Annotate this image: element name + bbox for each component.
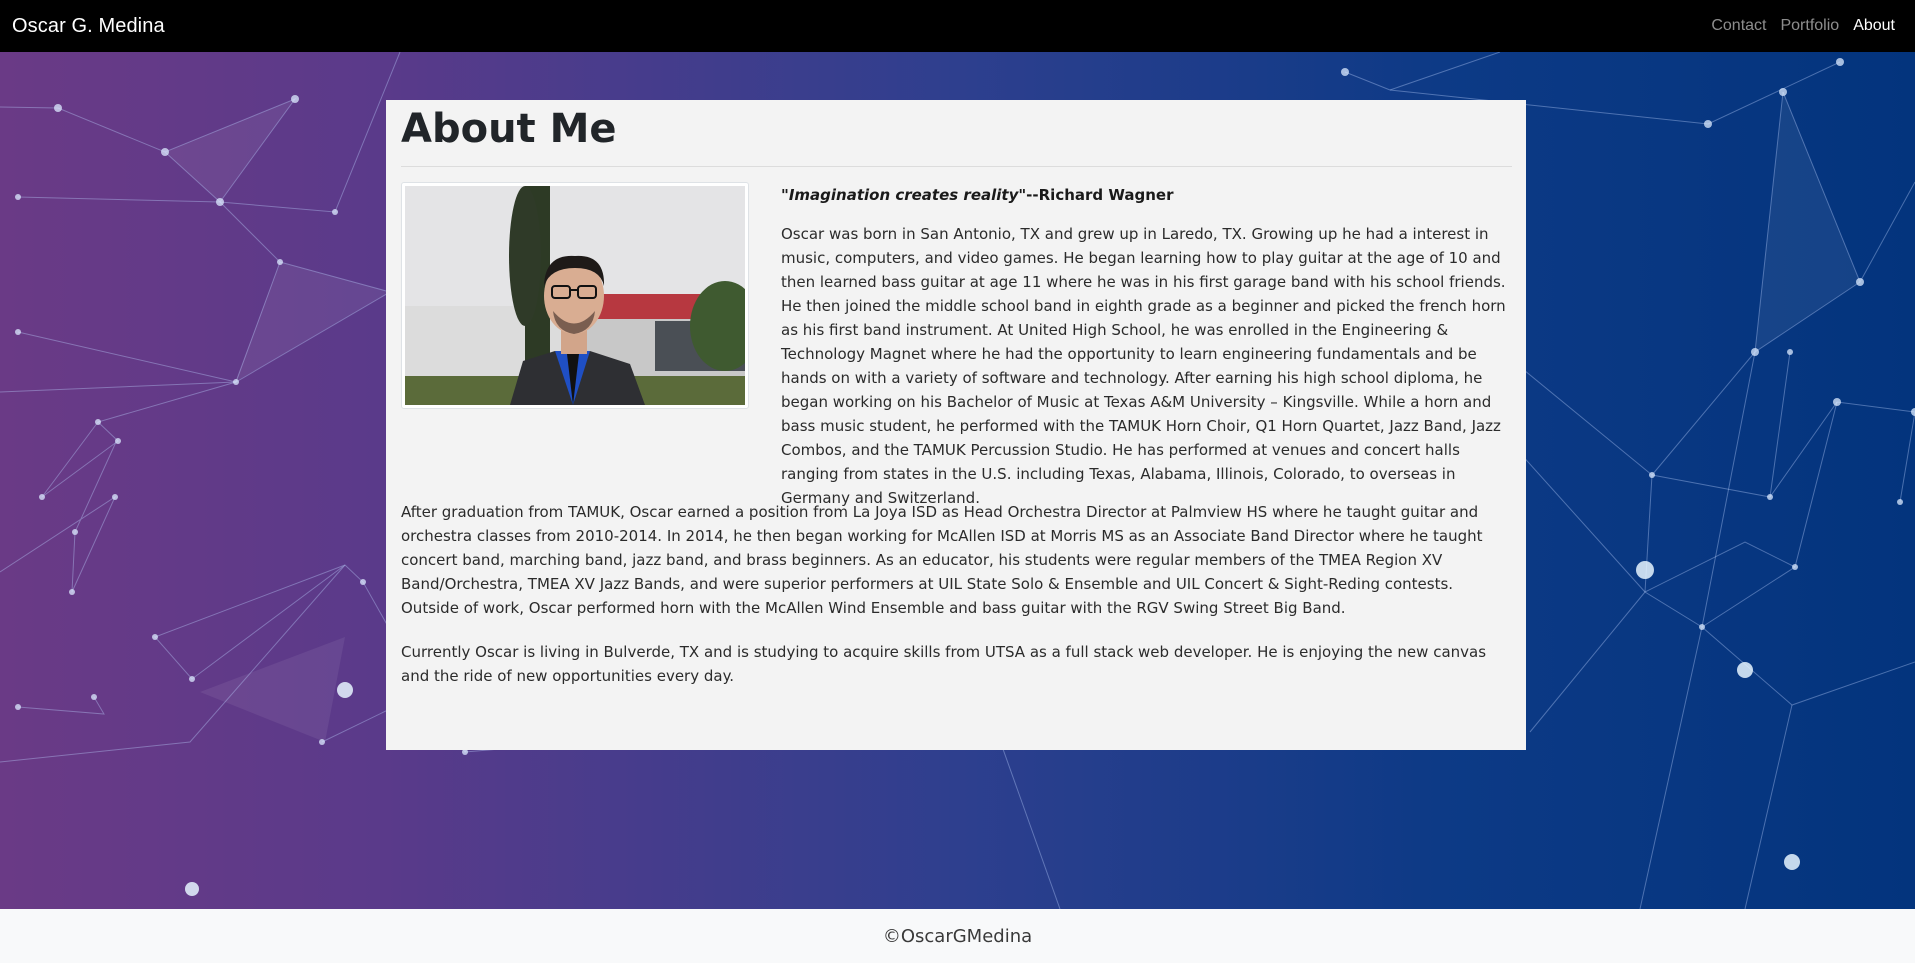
quote-author: --Richard Wagner xyxy=(1026,186,1174,204)
bio-paragraph-3: Currently Oscar is living in Bulverde, T… xyxy=(401,643,1487,685)
profile-photo-image xyxy=(405,186,745,405)
nav-link-portfolio[interactable]: Portfolio xyxy=(1773,17,1846,35)
quote: "Imagination creates reality"--Richard W… xyxy=(781,183,1511,207)
brand-link[interactable]: Oscar G. Medina xyxy=(12,15,165,38)
nav-links: Contact Portfolio About xyxy=(1704,17,1903,35)
about-panel: About Me "Imagination creates reality"--… xyxy=(386,100,1526,750)
profile-photo xyxy=(401,182,749,409)
background-hero: About Me "Imagination creates reality"--… xyxy=(0,52,1915,909)
navbar: Oscar G. Medina Contact Portfolio About xyxy=(0,0,1915,52)
nav-link-contact[interactable]: Contact xyxy=(1704,17,1773,35)
quote-text: "Imagination creates reality" xyxy=(781,186,1027,204)
copyright-text: ©OscarGMedina xyxy=(882,925,1033,947)
nav-link-about[interactable]: About xyxy=(1846,17,1895,35)
bio-paragraph-2: After graduation from TAMUK, Oscar earne… xyxy=(401,503,1483,617)
bio-paragraph-1: Oscar was born in San Antonio, TX and gr… xyxy=(781,225,1506,507)
page-title: About Me xyxy=(401,106,617,152)
title-divider xyxy=(401,166,1512,167)
footer: ©OscarGMedina xyxy=(0,909,1915,963)
